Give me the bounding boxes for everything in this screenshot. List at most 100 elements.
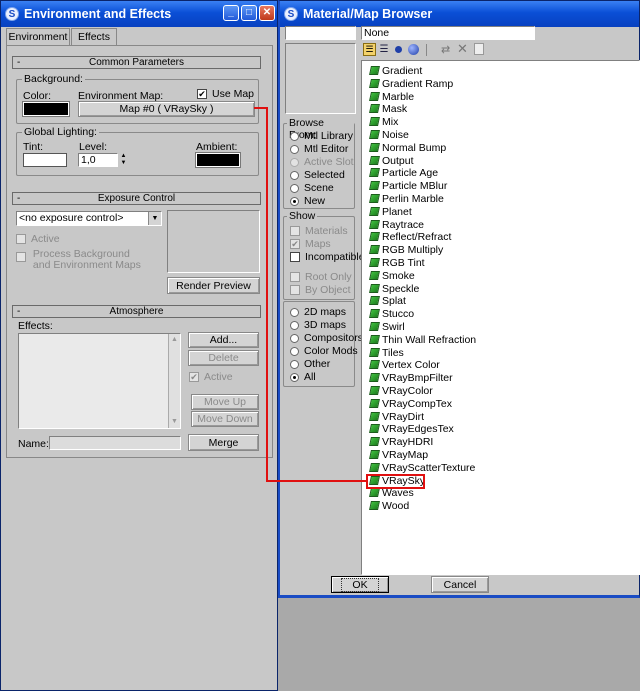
atmosphere-header[interactable]: - Atmosphere [12, 305, 261, 318]
browse-from-radio-mtl-editor[interactable]: Mtl Editor [290, 143, 348, 155]
map-list-item[interactable]: Particle MBlur [369, 180, 447, 193]
effect-name-input[interactable] [49, 436, 181, 450]
by-object-checkbox[interactable]: By Object [290, 284, 351, 296]
use-map-checkbox[interactable]: ✔ Use Map [197, 88, 254, 100]
map-list-item[interactable]: VRayEdgesTex [369, 423, 454, 436]
map-list-item[interactable]: VRayCompTex [369, 398, 452, 411]
map-list-item[interactable]: Waves [369, 487, 414, 500]
current-map-name-field[interactable]: None [361, 26, 535, 40]
root-only-checkbox[interactable]: Root Only [290, 271, 352, 283]
map-type-radio-all[interactable]: All [290, 371, 316, 383]
map-list-item[interactable]: Planet [369, 206, 412, 219]
map-list-item[interactable]: Swirl [369, 321, 405, 334]
scroll-down-icon[interactable]: ▼ [169, 416, 180, 428]
map-list-item[interactable]: Normal Bump [369, 142, 446, 155]
map-list-item[interactable]: Reflect/Refract [369, 231, 451, 244]
map-item-label: Speckle [382, 282, 420, 295]
map-list-item[interactable]: Speckle [369, 282, 420, 296]
effects-list-scrollbar[interactable]: ▲ ▼ [168, 334, 180, 428]
browser-titlebar[interactable]: S Material/Map Browser [280, 1, 639, 27]
delete-from-library-icon[interactable]: ✕ [457, 42, 469, 55]
tab-effects[interactable]: Effects [71, 28, 117, 46]
map-list-item[interactable]: Output [369, 155, 414, 168]
map-list-item[interactable]: Raytrace [369, 219, 424, 232]
browse-from-radio-new[interactable]: New [290, 195, 325, 207]
merge-button[interactable]: Merge [188, 434, 259, 451]
tint-color-swatch[interactable] [23, 153, 67, 167]
browse-from-radio-active-slot[interactable]: Active Slot [290, 156, 354, 168]
browse-from-radio-scene[interactable]: Scene [290, 182, 334, 194]
clear-library-icon[interactable] [474, 43, 484, 55]
radio-label: Compositors [304, 332, 363, 344]
map-list-item[interactable]: Vertex Color [369, 359, 440, 372]
render-preview-button[interactable]: Render Preview [167, 277, 260, 294]
map-type-radio-2d-maps[interactable]: 2D maps [290, 306, 346, 318]
background-color-swatch[interactable] [22, 101, 70, 117]
map-list-item[interactable]: Thin Wall Refraction [369, 334, 476, 347]
map-list-item[interactable]: RGB Tint [369, 257, 425, 270]
map-list-item[interactable]: Gradient Ramp [369, 78, 453, 91]
ok-button[interactable]: OK [331, 576, 389, 593]
minimize-icon[interactable]: _ [223, 5, 239, 21]
show-checkbox-materials[interactable]: Materials [290, 225, 348, 237]
browser-search-field[interactable] [285, 26, 356, 40]
view-list-icon[interactable]: ☰ [363, 43, 376, 56]
collapse-icon: - [17, 193, 21, 204]
map-icon [369, 91, 380, 101]
update-scene-materials-icon[interactable]: ⇄ [441, 43, 453, 56]
map-list-item[interactable]: Splat [369, 295, 406, 308]
scroll-up-icon[interactable]: ▲ [169, 334, 180, 346]
map-list-item[interactable]: Noise [369, 129, 409, 142]
view-small-icons-icon[interactable] [395, 46, 402, 53]
map-list-item[interactable]: Smoke [369, 270, 415, 283]
map-list-item[interactable]: VRayDirt [369, 411, 424, 424]
exposure-active-checkbox[interactable]: Active [16, 233, 60, 245]
atmosphere-active-checkbox[interactable]: ✔ Active [189, 371, 233, 383]
tab-environment[interactable]: Environment [6, 28, 70, 46]
map-list-item[interactable]: Wood [369, 500, 409, 513]
map-type-radio-color-mods[interactable]: Color Mods [290, 345, 358, 357]
map-list-item[interactable]: Marble [369, 91, 414, 104]
move-down-button[interactable]: Move Down [191, 411, 259, 427]
common-parameters-header[interactable]: - Common Parameters [12, 56, 261, 69]
map-list-item[interactable]: Perlin Marble [369, 193, 444, 206]
map-list-item[interactable]: VRayScatterTexture [369, 462, 475, 475]
view-large-icons-icon[interactable] [408, 44, 419, 55]
add-effect-button[interactable]: Add... [188, 332, 259, 348]
exposure-control-dropdown[interactable]: <no exposure control> ▼ [16, 211, 162, 226]
map-item-label: Gradient [382, 65, 423, 77]
environment-map-button[interactable]: Map #0 ( VRaySky ) [78, 101, 255, 117]
process-background-checkbox[interactable]: Process Background and Environment Maps [16, 249, 141, 271]
map-list-item[interactable]: RGB Multiply [369, 244, 443, 257]
show-checkbox-maps[interactable]: ✔ Maps [290, 238, 331, 250]
map-list-item[interactable]: Mask [369, 103, 407, 116]
map-list-item[interactable]: Stucco [369, 308, 414, 321]
map-list-item[interactable]: Tiles [369, 347, 404, 360]
browse-from-radio-selected[interactable]: Selected [290, 169, 345, 181]
ambient-color-swatch[interactable] [195, 152, 241, 168]
map-list-item[interactable]: VRayColor [369, 385, 433, 398]
map-list-item[interactable]: VRayHDRI [369, 436, 433, 449]
env-titlebar[interactable]: S Environment and Effects _ □ ✕ [1, 1, 277, 27]
close-icon[interactable]: ✕ [259, 5, 275, 21]
map-list-item[interactable]: VRayBmpFilter [369, 372, 453, 385]
map-list-item[interactable]: Particle Age [369, 167, 438, 180]
chevron-down-icon[interactable]: ▼ [148, 212, 161, 225]
map-list-item[interactable]: Gradient [369, 65, 423, 78]
view-list-icons-icon[interactable]: ☰ [378, 44, 390, 56]
map-list-item[interactable]: VRayMap [369, 449, 428, 462]
exposure-control-header[interactable]: - Exposure Control [12, 192, 261, 205]
map-type-radio-other[interactable]: Other [290, 358, 330, 370]
map-list-item[interactable]: Mix [369, 116, 398, 129]
browse-from-radio-mtl-library[interactable]: Mtl Library [290, 130, 353, 142]
maximize-icon[interactable]: □ [241, 5, 257, 21]
map-type-radio-compositors[interactable]: Compositors [290, 332, 363, 344]
delete-effect-button[interactable]: Delete [188, 350, 259, 366]
level-spinner-arrows-icon[interactable]: ▲ ▼ [119, 153, 128, 167]
show-checkbox-incompatible[interactable]: Incompatible [290, 251, 365, 263]
cancel-button[interactable]: Cancel [431, 576, 489, 593]
map-type-radio-3d-maps[interactable]: 3D maps [290, 319, 346, 331]
move-up-button[interactable]: Move Up [191, 394, 259, 410]
level-spinner-input[interactable]: 1,0 [78, 153, 118, 167]
effects-list[interactable]: ▲ ▼ [18, 333, 181, 429]
